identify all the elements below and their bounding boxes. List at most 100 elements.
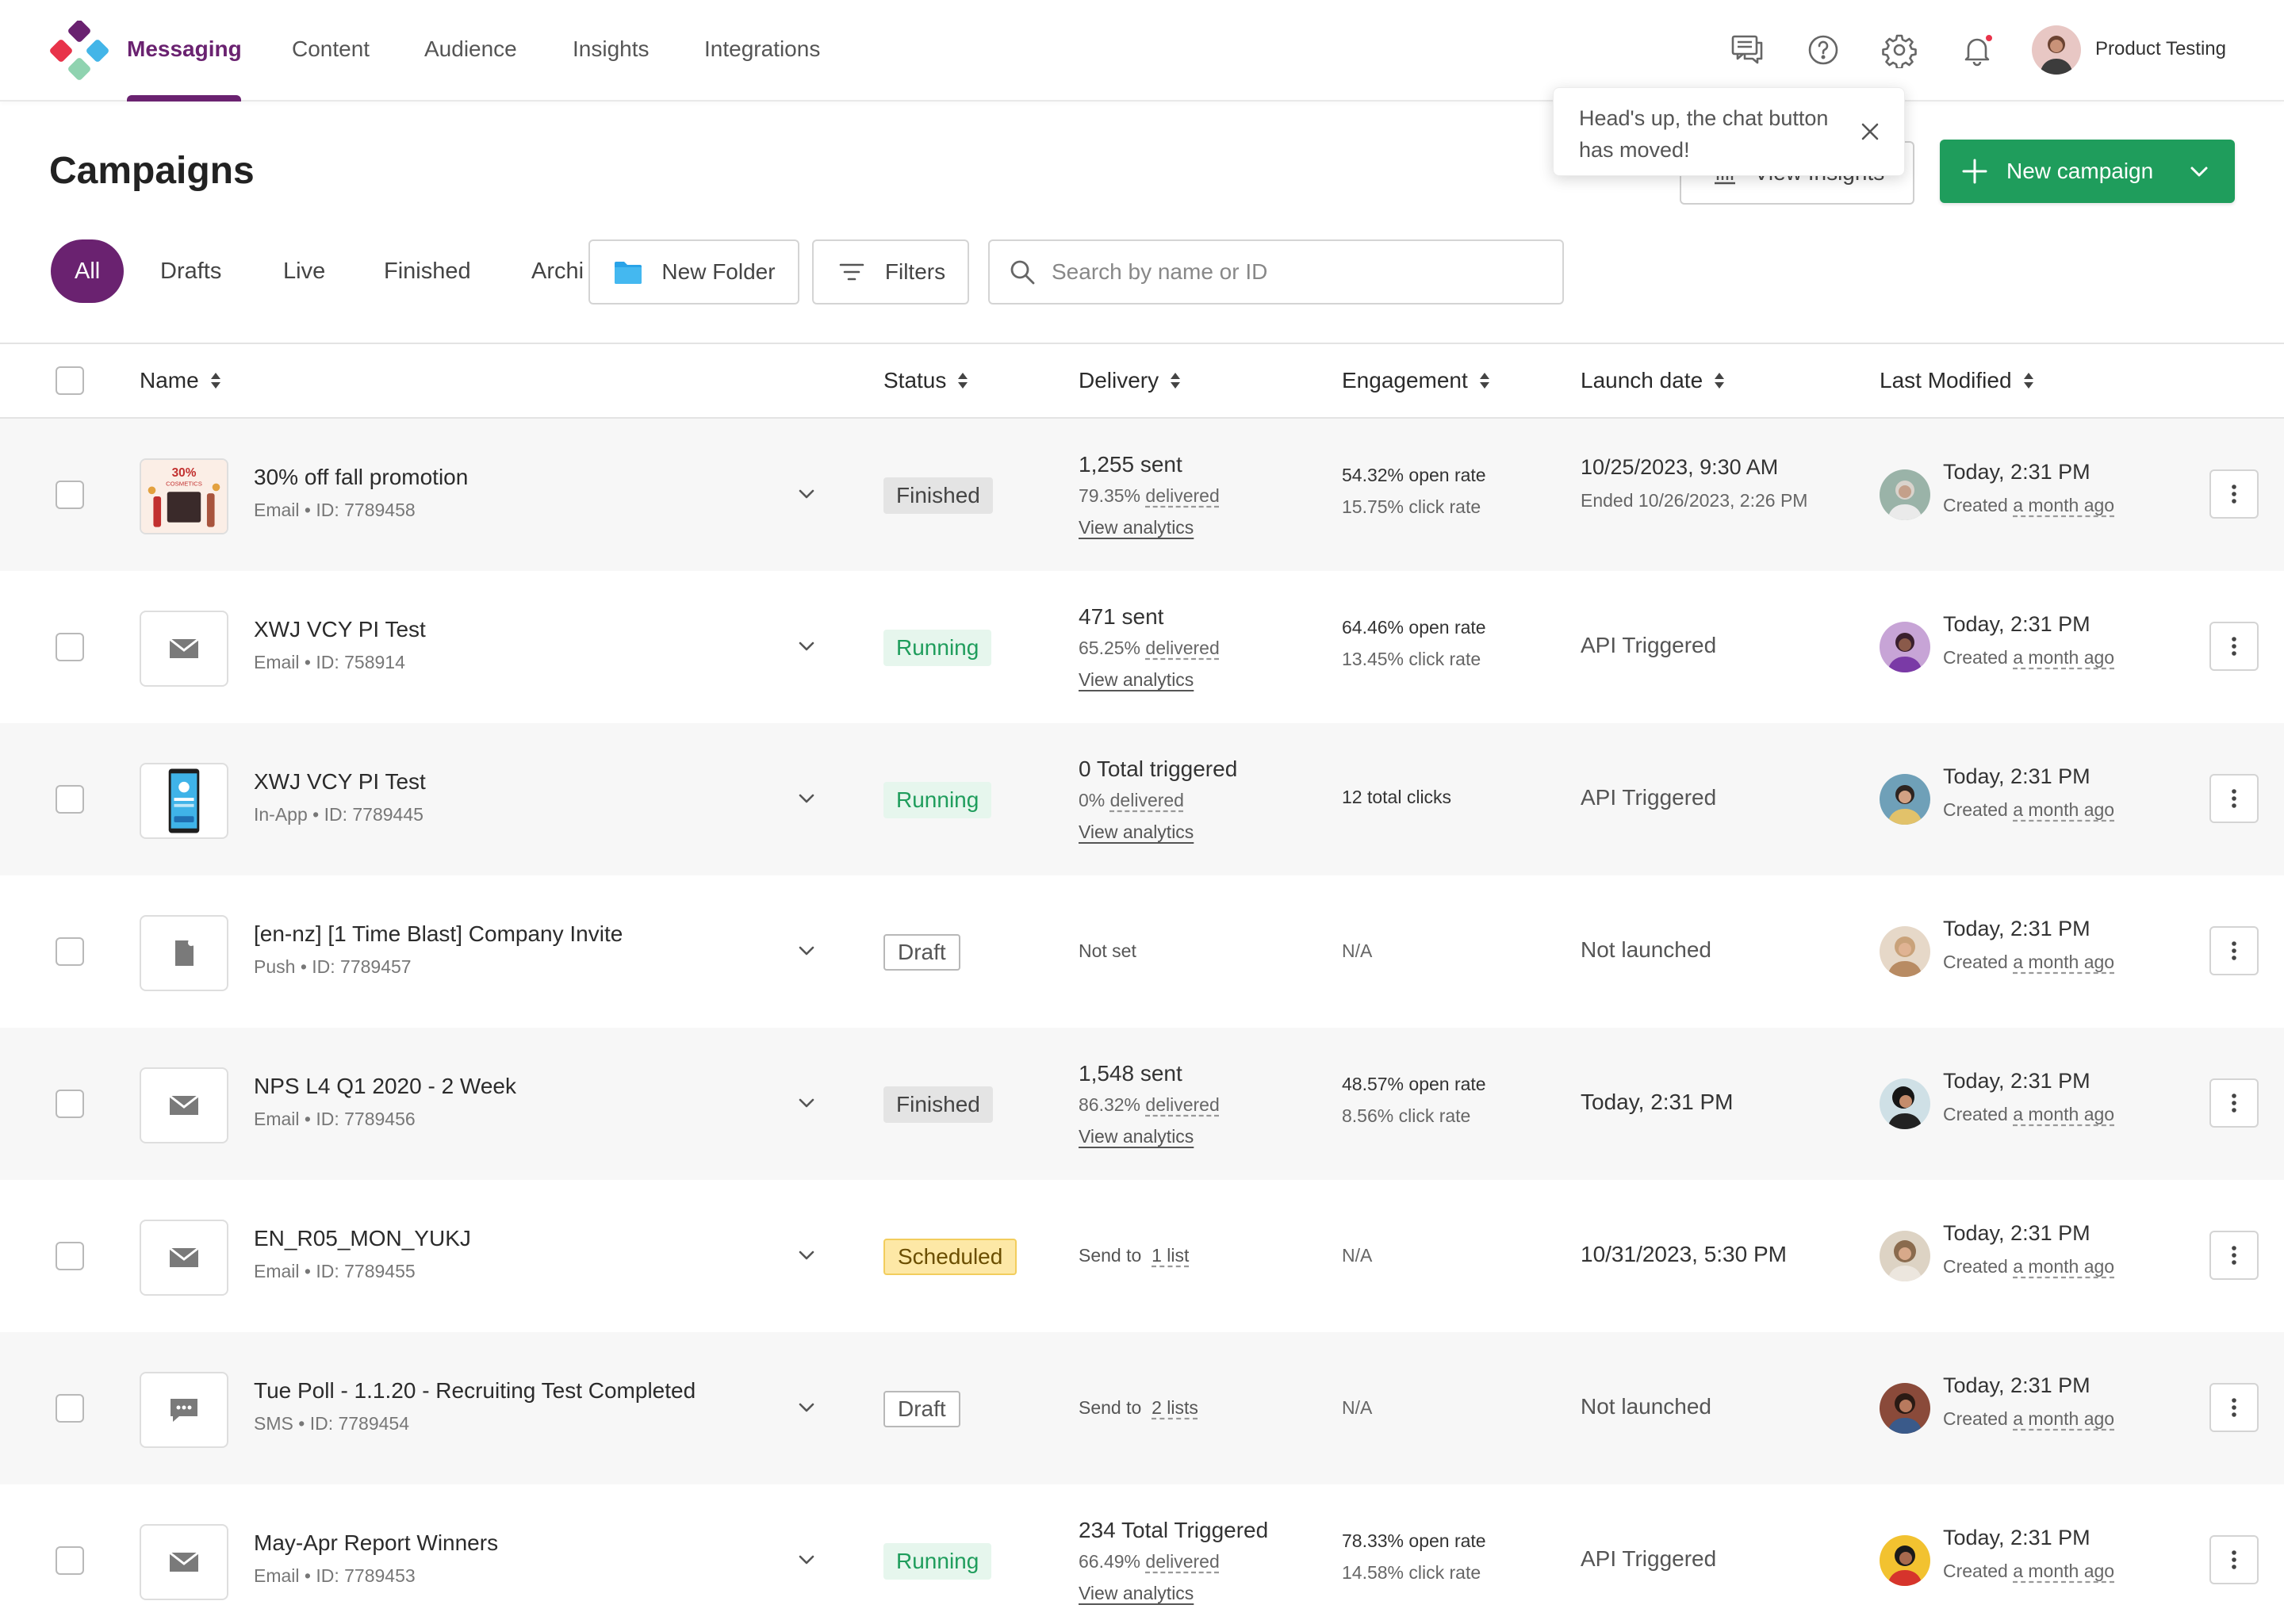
row-actions-button[interactable] (2209, 774, 2259, 823)
table-row[interactable]: 30% COSMETICS 30% off fall promotion Ema… (0, 419, 2284, 571)
campaign-name[interactable]: NPS L4 Q1 2020 - 2 Week (254, 1074, 516, 1099)
column-header-last-modified[interactable]: Last Modified (1880, 368, 2034, 393)
chevron-down-icon[interactable] (795, 1396, 818, 1419)
chevron-down-icon[interactable] (795, 1091, 818, 1115)
created-relative-time[interactable]: a month ago (2013, 1561, 2114, 1581)
launch-date: API Triggered (1581, 1546, 1717, 1571)
campaign-name[interactable]: [en-nz] [1 Time Blast] Company Invite (254, 921, 623, 947)
help-icon[interactable] (1805, 32, 1841, 68)
row-actions-button[interactable] (2209, 1231, 2259, 1280)
campaign-name[interactable]: EN_R05_MON_YUKJ (254, 1226, 471, 1251)
chevron-down-icon[interactable] (795, 1548, 818, 1572)
select-all-checkbox[interactable] (56, 366, 84, 395)
row-checkbox[interactable] (56, 633, 84, 661)
created-info: Created a month ago (1943, 799, 2114, 821)
row-checkbox[interactable] (56, 1394, 84, 1423)
nav-content[interactable]: Content (292, 36, 370, 62)
modifier-avatar (1880, 622, 1930, 672)
tab-live[interactable]: Live (283, 239, 325, 303)
delivered-label[interactable]: delivered (1145, 485, 1219, 506)
row-actions-button[interactable] (2209, 469, 2259, 519)
open-rate: 48.57% open rate (1342, 1074, 1486, 1094)
channel-label: Push (254, 956, 296, 977)
created-relative-time[interactable]: a month ago (2013, 952, 2114, 972)
created-relative-time[interactable]: a month ago (2013, 1256, 2114, 1277)
tab-drafts[interactable]: Drafts (160, 239, 221, 303)
chevron-down-icon[interactable] (795, 1243, 818, 1267)
column-header-name[interactable]: Name (140, 368, 221, 393)
delivered-label[interactable]: delivered (1145, 1551, 1219, 1572)
row-actions-button[interactable] (2209, 622, 2259, 671)
campaign-name[interactable]: XWJ VCY PI Test (254, 617, 426, 642)
nav-audience[interactable]: Audience (424, 36, 517, 62)
status-badge: Draft (883, 934, 960, 971)
brand-logo[interactable] (49, 21, 109, 81)
chevron-down-icon[interactable] (2186, 159, 2212, 184)
chevron-down-icon[interactable] (795, 634, 818, 658)
table-row[interactable]: Tue Poll - 1.1.20 - Recruiting Test Comp… (0, 1332, 2284, 1484)
table-row[interactable]: [en-nz] [1 Time Blast] Company Invite Pu… (0, 875, 2284, 1028)
table-row[interactable]: XWJ VCY PI Test Email • ID: 758914 Runni… (0, 571, 2284, 723)
send-to-lists-link[interactable]: 2 lists (1152, 1397, 1198, 1418)
user-avatar[interactable] (2032, 25, 2081, 75)
row-actions-button[interactable] (2209, 926, 2259, 975)
chat-moved-tooltip: Head's up, the chat button has moved! (1553, 87, 1905, 176)
view-analytics-link[interactable]: View analytics (1079, 517, 1194, 538)
view-analytics-link[interactable]: View analytics (1079, 1583, 1194, 1604)
created-relative-time[interactable]: a month ago (2013, 647, 2114, 668)
column-header-launch-date[interactable]: Launch date (1581, 368, 1725, 393)
delivered-label[interactable]: delivered (1145, 1094, 1219, 1115)
row-checkbox[interactable] (56, 937, 84, 966)
nav-messaging[interactable]: Messaging (127, 36, 242, 62)
row-checkbox[interactable] (56, 1242, 84, 1270)
search-box[interactable] (988, 239, 1564, 304)
tab-archived[interactable]: Archi (508, 239, 592, 303)
campaign-name[interactable]: Tue Poll - 1.1.20 - Recruiting Test Comp… (254, 1378, 696, 1404)
table-row[interactable]: May-Apr Report Winners Email • ID: 77894… (0, 1484, 2284, 1624)
column-header-delivery[interactable]: Delivery (1079, 368, 1181, 393)
created-relative-time[interactable]: a month ago (2013, 1408, 2114, 1429)
delivered-label[interactable]: delivered (1110, 790, 1184, 810)
delivered-label[interactable]: delivered (1145, 638, 1219, 658)
nav-insights[interactable]: Insights (573, 36, 650, 62)
campaign-name[interactable]: May-Apr Report Winners (254, 1530, 498, 1556)
row-checkbox[interactable] (56, 1546, 84, 1575)
settings-gear-icon[interactable] (1881, 32, 1918, 70)
created-relative-time[interactable]: a month ago (2013, 1104, 2114, 1124)
notifications-bell-icon[interactable] (1959, 32, 1995, 68)
created-relative-time[interactable]: a month ago (2013, 799, 2114, 820)
row-actions-button[interactable] (2209, 1078, 2259, 1128)
new-campaign-button[interactable]: New campaign (1940, 140, 2235, 203)
tab-finished[interactable]: Finished (384, 239, 471, 303)
view-analytics-link[interactable]: View analytics (1079, 669, 1194, 691)
filters-button[interactable]: Filters (812, 239, 969, 304)
campaign-name[interactable]: 30% off fall promotion (254, 465, 468, 490)
column-header-status[interactable]: Status (883, 368, 968, 393)
row-checkbox[interactable] (56, 481, 84, 509)
campaign-thumbnail (140, 763, 228, 839)
new-folder-button[interactable]: New Folder (588, 239, 799, 304)
chevron-down-icon[interactable] (795, 939, 818, 963)
engagement-na: N/A (1342, 940, 1373, 961)
table-row[interactable]: NPS L4 Q1 2020 - 2 Week Email • ID: 7789… (0, 1028, 2284, 1180)
row-actions-button[interactable] (2209, 1535, 2259, 1584)
created-relative-time[interactable]: a month ago (2013, 495, 2114, 515)
row-checkbox[interactable] (56, 785, 84, 814)
chevron-down-icon[interactable] (795, 482, 818, 506)
chat-icon[interactable] (1729, 32, 1765, 68)
close-icon[interactable] (1858, 120, 1882, 144)
search-input[interactable] (1052, 259, 1527, 285)
table-row[interactable]: EN_R05_MON_YUKJ Email • ID: 7789455 Sche… (0, 1180, 2284, 1332)
column-header-engagement[interactable]: Engagement (1342, 368, 1490, 393)
view-analytics-link[interactable]: View analytics (1079, 1126, 1194, 1147)
send-to-lists-link[interactable]: 1 list (1152, 1245, 1189, 1266)
view-analytics-link[interactable]: View analytics (1079, 822, 1194, 843)
chevron-down-icon[interactable] (795, 787, 818, 810)
tab-all[interactable]: All (51, 239, 125, 303)
table-row[interactable]: XWJ VCY PI Test In-App • ID: 7789445 Run… (0, 723, 2284, 875)
row-checkbox[interactable] (56, 1090, 84, 1118)
nav-integrations[interactable]: Integrations (704, 36, 820, 62)
row-actions-button[interactable] (2209, 1383, 2259, 1432)
user-name[interactable]: Product Testing (2095, 38, 2226, 60)
campaign-name[interactable]: XWJ VCY PI Test (254, 769, 426, 795)
